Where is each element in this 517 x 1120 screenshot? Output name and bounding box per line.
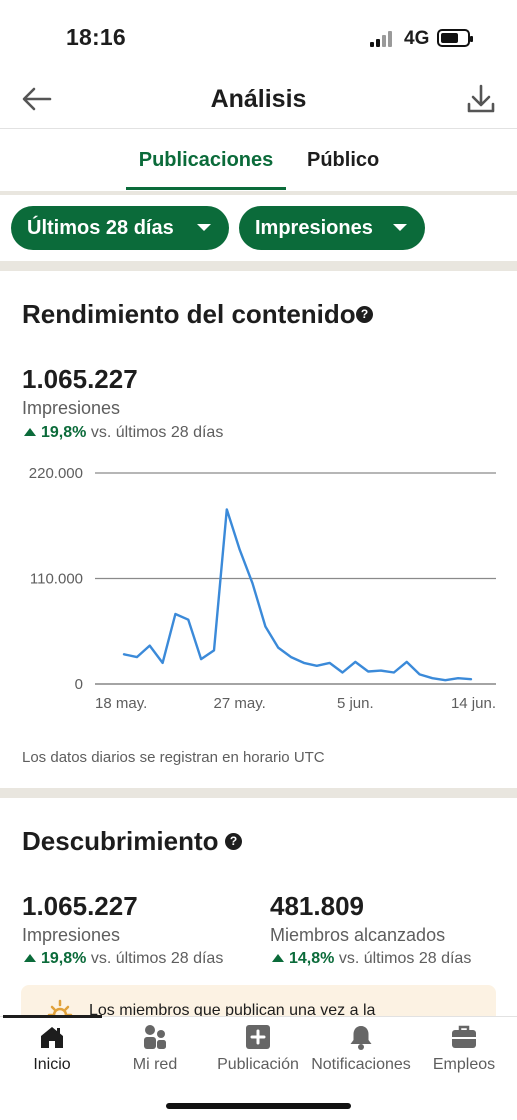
nav-item-mi-red[interactable]: Mi red	[103, 1017, 207, 1087]
nav-label: Empleos	[432, 1056, 496, 1073]
total-impressions-label: Impresiones	[22, 398, 121, 418]
page-title: Análisis	[210, 85, 307, 113]
nav-item-publicacion[interactable]: Publicación	[206, 1017, 310, 1087]
period-filter-label: Últimos 28 días	[27, 216, 174, 239]
delta-percent: 19,8%	[41, 950, 87, 967]
home-indicator	[166, 1103, 351, 1109]
network-type: 4G	[404, 28, 430, 49]
up-triangle-icon	[24, 954, 36, 962]
nav-item-inicio[interactable]: Inicio	[0, 1017, 104, 1087]
nav-item-notificaciones[interactable]: Notificaciones	[309, 1017, 413, 1087]
status-time: 18:16	[66, 24, 126, 50]
download-icon	[467, 84, 495, 113]
app-header: Análisis	[0, 72, 517, 129]
home-icon	[41, 1027, 63, 1048]
x-tick-label: 14 jun.	[451, 695, 496, 712]
section-divider	[0, 788, 517, 798]
impressions-series-line	[122, 508, 473, 682]
members-reached-label: Miembros alcanzados	[270, 925, 446, 945]
battery-icon	[437, 29, 473, 47]
status-bar: 18:16 4G	[0, 0, 517, 72]
delta-comparison: vs. últimos 28 días	[90, 950, 224, 967]
nav-item-empleos[interactable]: Empleos	[412, 1017, 516, 1087]
caret-down-icon	[197, 224, 211, 231]
period-filter-button[interactable]: Últimos 28 días	[11, 206, 229, 250]
delta-percent: 14,8%	[289, 950, 335, 967]
nav-label: Inicio	[33, 1056, 71, 1073]
utc-footnote: Los datos diarios se registran en horari…	[22, 749, 325, 766]
y-tick-label: 110.000	[30, 571, 83, 588]
impressions-chart: 0 110.000 220.000 18 may. 27 may. 5 jun. 14 ju…	[0, 455, 517, 725]
x-tick-label: 18 may.	[95, 695, 147, 712]
discovery-impressions-label: Impresiones	[22, 925, 121, 945]
help-icon[interactable]: ?	[356, 306, 373, 323]
active-tab-indicator	[126, 187, 286, 190]
delta-comparison: vs. últimos 28 días	[338, 950, 472, 967]
up-triangle-icon	[272, 954, 284, 962]
bell-icon	[350, 1026, 372, 1050]
metric-filter-button[interactable]: Impresiones	[239, 206, 425, 250]
members-reached-value: 481.809	[270, 891, 364, 921]
plus-square-icon	[246, 1025, 270, 1049]
section-divider	[0, 261, 517, 271]
delta-comparison: vs. últimos 28 días	[90, 424, 224, 441]
x-tick-label: 5 jun.	[337, 695, 374, 712]
content-performance-title: Rendimiento del contenido	[22, 299, 356, 329]
discovery-title: Descubrimiento	[22, 826, 219, 856]
members-reached-delta: 14,8% vs. últimos 28 días	[272, 950, 471, 968]
y-tick-label: 0	[75, 676, 83, 693]
tab-publico[interactable]: Público	[307, 149, 379, 172]
download-button[interactable]	[464, 82, 498, 116]
people-icon	[144, 1025, 166, 1049]
delta-percent: 19,8%	[41, 424, 87, 441]
filter-bar: Últimos 28 días Impresiones	[0, 195, 517, 261]
discovery-impressions-delta: 19,8% vs. últimos 28 días	[24, 950, 223, 968]
metric-filter-label: Impresiones	[255, 216, 373, 239]
impressions-delta: 19,8% vs. últimos 28 días	[24, 424, 223, 442]
tab-publicaciones[interactable]: Publicaciones	[126, 149, 286, 172]
tab-bar: Publicaciones Público	[0, 129, 517, 191]
y-tick-label: 220.000	[29, 465, 83, 482]
x-tick-label: 27 may.	[214, 695, 266, 712]
nav-label: Publicación	[217, 1056, 299, 1073]
briefcase-icon	[452, 1025, 476, 1048]
signal-icon	[370, 31, 396, 47]
line-chart: 0 110.000 220.000 18 may. 27 may. 5 jun. 14 ju…	[29, 465, 496, 712]
help-icon[interactable]: ?	[225, 833, 242, 850]
caret-down-icon	[393, 224, 407, 231]
discovery-impressions-value: 1.065.227	[22, 891, 138, 921]
nav-label: Notificaciones	[311, 1056, 411, 1073]
total-impressions: 1.065.227	[22, 364, 138, 394]
up-triangle-icon	[24, 428, 36, 436]
nav-label: Mi red	[132, 1056, 178, 1073]
